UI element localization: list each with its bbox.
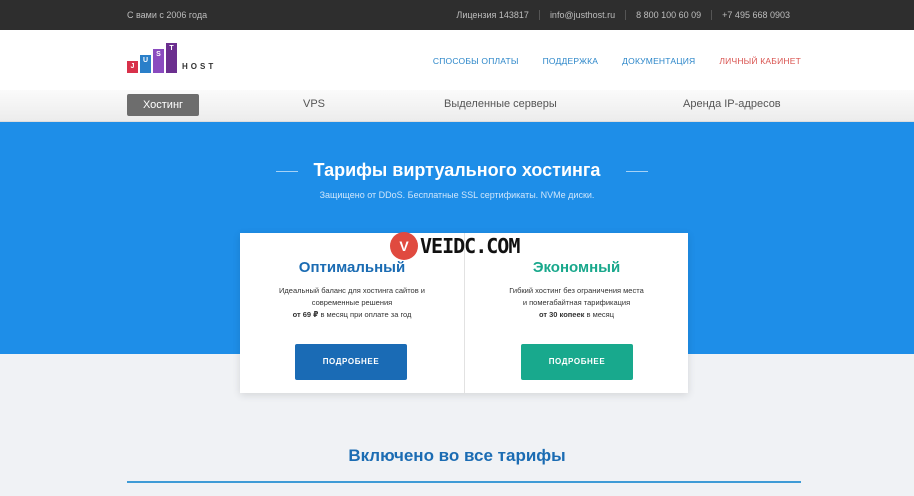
plan-desc-line: и помегабайтная тарификация xyxy=(522,298,631,307)
main-nav: СПОСОБЫ ОПЛАТЫ ПОДДЕРЖКА ДОКУМЕНТАЦИЯ ЛИ… xyxy=(433,56,801,66)
plan-price-line: от 30 копеек в месяц xyxy=(465,309,688,321)
logo-letter-u: U xyxy=(140,55,151,73)
plan-price-suffix: в месяц xyxy=(584,310,615,319)
email-link[interactable]: info@justhost.ru xyxy=(538,10,625,20)
plan-price: от 69 ₽ xyxy=(292,310,319,319)
title-line-right xyxy=(626,171,648,172)
logo-letter-t: T xyxy=(166,43,177,73)
nav-payment[interactable]: СПОСОБЫ ОПЛАТЫ xyxy=(433,56,519,66)
details-button-economy[interactable]: ПОДРОБНЕЕ xyxy=(521,344,633,380)
plan-price-line: от 69 ₽ в месяц при оплате за год xyxy=(240,309,464,321)
phone-link-1[interactable]: 8 800 100 60 09 xyxy=(625,10,711,20)
plan-desc-line: современные решения xyxy=(311,298,393,307)
nav-docs[interactable]: ДОКУМЕНТАЦИЯ xyxy=(622,56,695,66)
logo-letter-s: S xyxy=(153,49,164,73)
section-divider xyxy=(127,481,801,483)
included-title: Включено во все тарифы xyxy=(348,446,566,465)
plan-desc-line: Идеальный баланс для хостинга сайтов и xyxy=(279,286,425,295)
hero-subtitle: Защищено от DDoS. Бесплатные SSL сертифи… xyxy=(319,190,595,200)
nav-support[interactable]: ПОДДЕРЖКА xyxy=(543,56,599,66)
since-text: С вами с 2006 года xyxy=(127,10,208,20)
watermark: V VEIDC.COM xyxy=(390,232,520,260)
title-line-left xyxy=(276,171,298,172)
plan-name: Экономный xyxy=(532,259,621,276)
logo-host-text: HOST xyxy=(182,62,217,71)
plan-description: Идеальный баланс для хостинга сайтов и с… xyxy=(240,285,464,321)
tab-hosting[interactable]: Хостинг xyxy=(127,94,199,116)
phone-link-2[interactable]: +7 495 668 0903 xyxy=(711,10,800,20)
nav-cabinet[interactable]: ЛИЧНЫЙ КАБИНЕТ xyxy=(719,56,801,66)
plan-name: Оптимальный xyxy=(298,259,406,276)
contacts: Лицензия 143817 info@justhost.ru 8 800 1… xyxy=(446,10,800,20)
watermark-seal-icon: V xyxy=(390,232,418,260)
tab-ip-rent[interactable]: Аренда IP-адресов xyxy=(683,98,781,110)
license-text: Лицензия 143817 xyxy=(456,10,529,20)
watermark-text: VEIDC.COM xyxy=(420,234,520,258)
plan-description: Гибкий хостинг без ограничения места и п… xyxy=(465,285,688,321)
logo-letter-j: J xyxy=(127,61,138,73)
hero-title: Тарифы виртуального хостинга xyxy=(313,160,601,180)
plan-price: от 30 копеек xyxy=(538,310,585,319)
header: J U S T HOST СПОСОБЫ ОПЛАТЫ ПОДДЕРЖКА ДО… xyxy=(0,30,914,90)
justhost-logo[interactable]: J U S T HOST xyxy=(127,43,216,73)
details-button-optimal[interactable]: ПОДРОБНЕЕ xyxy=(295,344,407,380)
tab-vps[interactable]: VPS xyxy=(303,98,325,110)
plan-price-suffix: в месяц при оплате за год xyxy=(318,310,412,319)
tab-dedicated[interactable]: Выделенные серверы xyxy=(444,98,557,110)
top-bar: С вами с 2006 года Лицензия 143817 info@… xyxy=(0,0,914,30)
plan-desc-line: Гибкий хостинг без ограничения места xyxy=(509,286,644,295)
sub-nav: Хостинг VPS Выделенные серверы Аренда IP… xyxy=(0,90,914,122)
